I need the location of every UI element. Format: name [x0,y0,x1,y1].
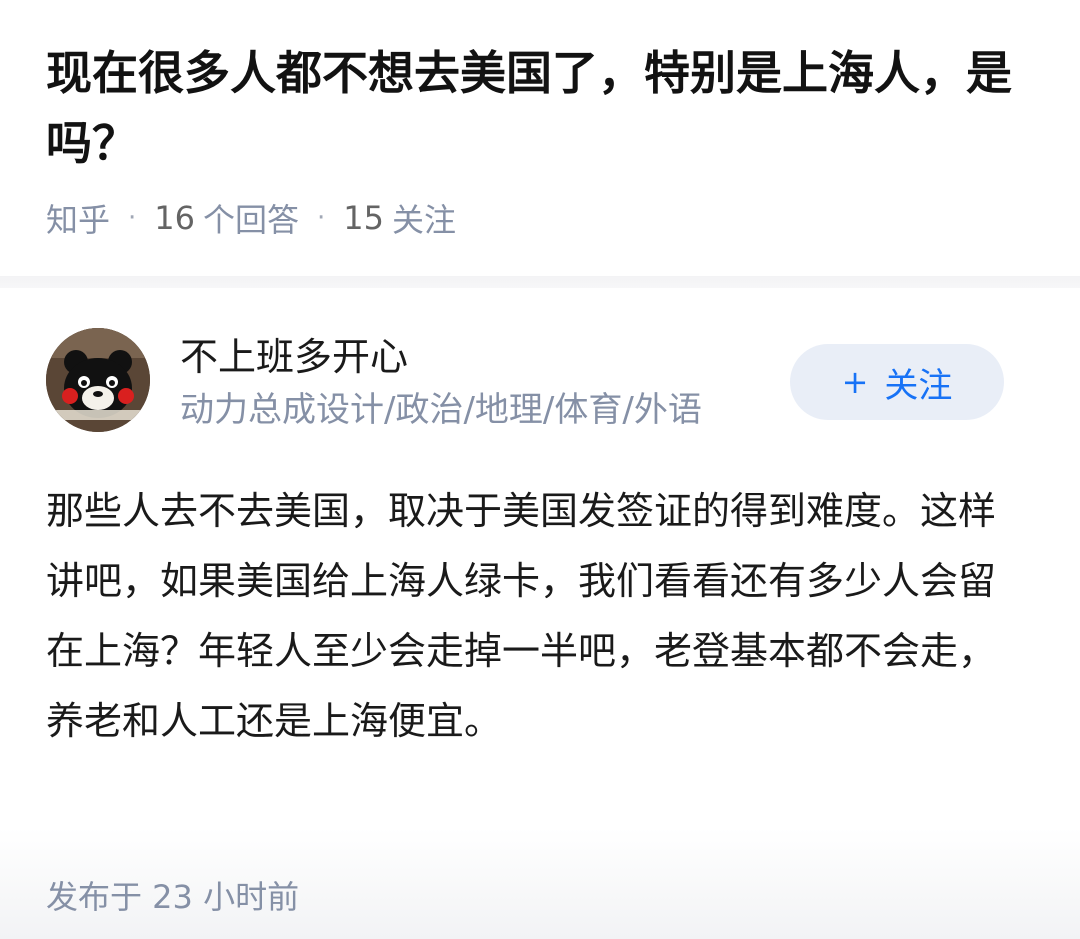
author-name[interactable]: 不上班多开心 [180,332,408,382]
answer-card: 不上班多开心 动力总成设计/政治/地理/体育/外语 + 关注 那些人去不去美国，… [0,288,1080,939]
answer-content[interactable]: 那些人去不去美国，取决于美国发签证的得到难度。这样讲吧，如果美国给上海人绿卡，我… [46,476,1016,756]
avatar[interactable] [46,328,150,432]
answer-count-label[interactable]: 个回答 [203,195,299,241]
answer-count[interactable]: 16 [154,199,195,237]
section-divider [0,276,1080,288]
author-bio: 动力总成设计/政治/地理/体育/外语 [180,390,702,430]
plus-icon: + [841,363,869,401]
answer-text: 那些人去不去美国，取决于美国发签证的得到难度。这样讲吧，如果美国给上海人绿卡，我… [46,489,997,743]
question-title[interactable]: 现在很多人都不想去美国了，特别是上海人，是吗？ [46,38,1036,178]
kumamon-avatar-icon [46,328,150,432]
meta-separator: · [128,203,137,233]
follow-button-label: 关注 [884,365,953,406]
publish-time: 发布于 23 小时前 [46,878,300,916]
question-header: 现在很多人都不想去美国了，特别是上海人，是吗？ 知乎 · 16 个回答 · 15… [0,0,1080,276]
follower-count-label[interactable]: 关注 [392,195,456,241]
follower-count[interactable]: 15 [343,199,384,237]
source-label[interactable]: 知乎 [46,195,110,241]
question-meta: 知乎 · 16 个回答 · 15 关注 [46,196,456,240]
follow-button[interactable]: + 关注 [790,344,1004,420]
meta-separator: · [317,203,326,233]
